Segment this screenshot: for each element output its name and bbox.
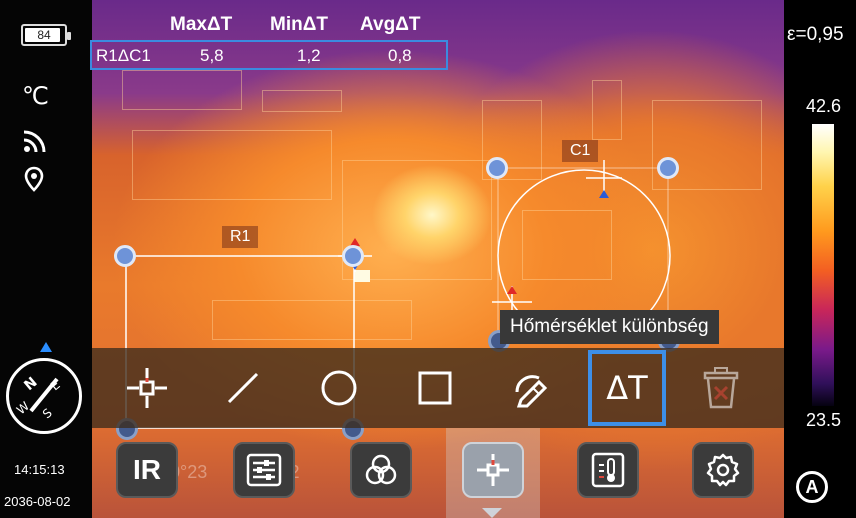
crosshair-icon [477, 454, 509, 486]
value-max-delta: 5,8 [200, 46, 224, 65]
delta-t-icon: ΔT [606, 369, 648, 407]
scale-max-temp[interactable]: 42.6 [806, 96, 841, 117]
temperature-unit-button[interactable]: ℃ [22, 82, 49, 111]
left-status-bar [0, 0, 92, 518]
gear-icon [706, 453, 740, 487]
value-min-delta: 1,2 [297, 46, 321, 65]
min-arrow-icon [599, 190, 609, 198]
battery-icon: 84 [21, 24, 71, 46]
auto-range-button[interactable]: A [796, 471, 828, 503]
chevron-down-icon [482, 508, 502, 518]
image-blend-button[interactable] [350, 442, 412, 498]
settings-button[interactable] [692, 442, 754, 498]
measure-tools-button[interactable] [462, 442, 524, 498]
line-icon [227, 372, 259, 404]
svg-text:W: W [14, 399, 32, 417]
clock-time: 14:15:13 [14, 462, 65, 477]
location-pin-icon[interactable] [24, 166, 44, 192]
blend-circles-icon [365, 454, 397, 485]
circle-tool-button[interactable] [302, 350, 376, 426]
emissivity-value[interactable]: ε=0,95 [787, 24, 844, 46]
compass-icon: N E W S [6, 358, 82, 434]
trash-icon [703, 367, 739, 409]
measurement-overlay [125, 160, 671, 429]
svg-text:S: S [40, 406, 55, 422]
rectangle-tool-button[interactable] [398, 350, 472, 426]
tool-tooltip: Hőmérséklet különbség [500, 310, 719, 344]
header-min-delta: MinΔT [270, 14, 328, 35]
compass-dial-icon: N E W S [14, 374, 63, 422]
rect-r1-handle-topleft[interactable] [114, 245, 136, 267]
ir-label: IR [133, 454, 161, 485]
header-max-delta: MaxΔT [170, 14, 233, 35]
square-icon [418, 371, 452, 405]
delete-tool-button[interactable] [684, 350, 758, 426]
adjust-sliders-button[interactable] [233, 442, 295, 498]
svg-text:N: N [21, 374, 40, 394]
circle-c1-handle-topleft[interactable] [486, 157, 508, 179]
line-tool-button[interactable] [206, 350, 280, 426]
sliders-icon [246, 453, 282, 487]
rect-r1-label: R1 [222, 226, 259, 248]
header-avg-delta: AvgΔT [360, 14, 421, 35]
max-arrow-icon [507, 286, 517, 294]
circle-icon [321, 370, 357, 406]
crosshair-point-icon [127, 368, 167, 408]
thermometer-icon [591, 452, 625, 488]
circle-c1-label: C1 [562, 140, 599, 162]
point-tool-button[interactable] [110, 350, 184, 426]
circle-c1-handle-topright[interactable] [657, 157, 679, 179]
freehand-tool-button[interactable] [494, 350, 568, 426]
compass-north-marker [40, 342, 52, 352]
scale-min-temp[interactable]: 23.5 [806, 410, 841, 431]
row-label: R1ΔC1 [96, 46, 151, 65]
clock-date: 2036-08-02 [4, 494, 71, 509]
delta-t-tool-button[interactable]: ΔT [588, 350, 666, 426]
thermometer-alarm-button[interactable] [577, 442, 639, 498]
svg-text:E: E [48, 378, 63, 394]
color-palette-bar[interactable] [812, 124, 834, 406]
wifi-icon[interactable] [22, 128, 48, 154]
value-avg-delta: 0,8 [388, 46, 412, 65]
battery-level: 84 [37, 28, 51, 42]
measurements-table-row[interactable]: R1ΔC1 5,8 1,2 0,8 [90, 40, 448, 70]
pen-icon [515, 375, 548, 408]
rect-r1-handle-topright[interactable] [342, 245, 364, 267]
ir-mode-button[interactable]: IR [116, 442, 178, 498]
